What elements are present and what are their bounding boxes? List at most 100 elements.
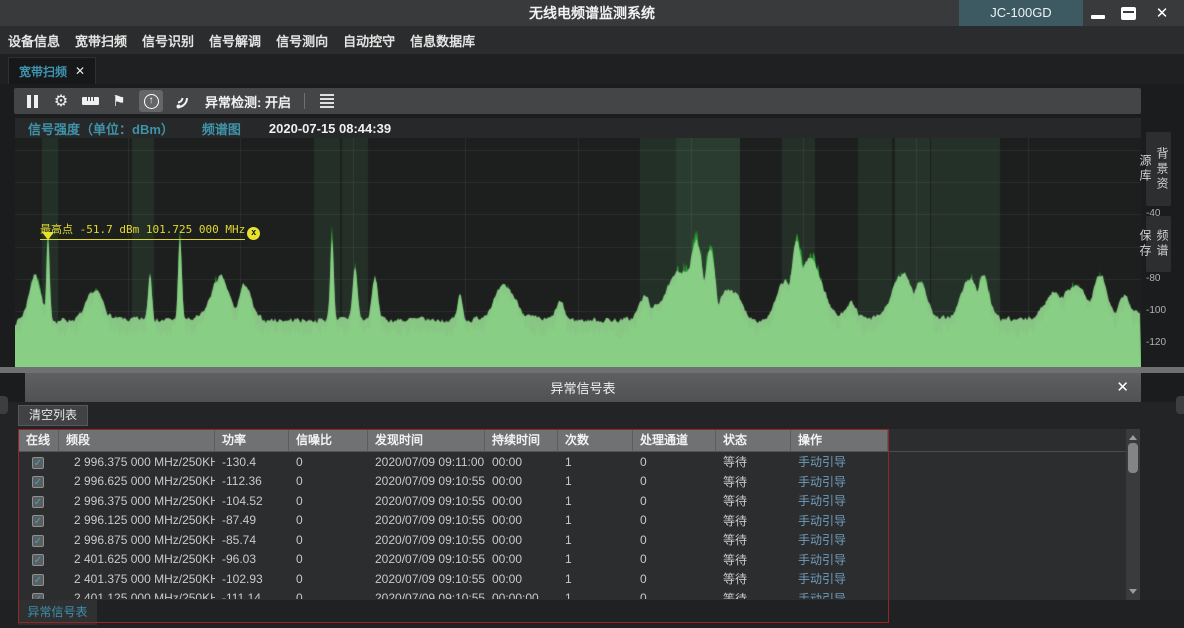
- marker-label: 最高点 -51.7 dBm 101.725 000 MHz: [40, 221, 245, 240]
- online-checkbox[interactable]: ✓: [32, 476, 44, 488]
- tab-broadband-scan[interactable]: 宽带扫频 ✕: [8, 57, 96, 84]
- column-header[interactable]: 功率: [215, 430, 289, 452]
- column-header[interactable]: 处理通道: [633, 430, 716, 452]
- column-header[interactable]: 操作: [791, 430, 888, 452]
- panel-title: 异常信号表: [25, 378, 1141, 397]
- cell-freq: 2 996.375 000 MHz/250KHz: [59, 455, 215, 469]
- cell-found: 2020/07/09 09:10:55: [368, 494, 485, 508]
- online-checkbox[interactable]: ✓: [32, 457, 44, 469]
- table-row[interactable]: ✓2 996.125 000 MHz/250KHz-87.4902020/07/…: [19, 511, 888, 531]
- manual-guide-link[interactable]: 手动引导: [798, 572, 846, 586]
- manual-guide-link[interactable]: 手动引导: [798, 494, 846, 508]
- cell-status: 等待: [716, 590, 791, 599]
- cell-freq: 2 401.625 000 MHz/250KHz: [59, 552, 215, 566]
- signal-detect-button[interactable]: [174, 91, 192, 111]
- settings-button[interactable]: ⚙: [52, 91, 70, 111]
- cell-power: -85.74: [215, 533, 289, 547]
- cell-channel: 0: [633, 591, 716, 599]
- manual-guide-link[interactable]: 手动引导: [798, 533, 846, 547]
- menu-item[interactable]: 信息数据库: [410, 31, 475, 50]
- cell-count: 1: [558, 494, 633, 508]
- column-header[interactable]: 信噪比: [289, 430, 368, 452]
- pause-icon: [27, 95, 38, 108]
- cell-channel: 0: [633, 455, 716, 469]
- tab-label: 宽带扫频: [19, 63, 67, 80]
- cell-count: 1: [558, 513, 633, 527]
- spectrum-save-button[interactable]: 频谱保存: [1146, 216, 1171, 272]
- marker-close-icon[interactable]: x: [247, 227, 260, 240]
- cell-status: 等待: [716, 531, 791, 548]
- signal-dish-icon: [175, 93, 192, 110]
- cell-freq: 2 996.875 000 MHz/250KHz: [59, 533, 215, 547]
- menu-item[interactable]: 信号识别: [142, 31, 194, 50]
- panel-close-icon[interactable]: ✕: [1116, 378, 1129, 396]
- abnormal-panel-header[interactable]: 异常信号表 ✕: [25, 373, 1141, 402]
- cell-power: -87.49: [215, 513, 289, 527]
- table-row[interactable]: ✓2 996.375 000 MHz/250KHz-130.402020/07/…: [19, 452, 888, 472]
- right-splitter-grip[interactable]: [1176, 396, 1184, 414]
- scroll-up-icon[interactable]: [1129, 435, 1137, 440]
- manual-guide-link[interactable]: 手动引导: [798, 475, 846, 489]
- column-header[interactable]: 持续时间: [485, 430, 558, 452]
- circle-up-arrow-icon: ↑: [144, 94, 159, 109]
- scroll-down-icon[interactable]: [1129, 589, 1137, 594]
- online-checkbox[interactable]: ✓: [32, 496, 44, 508]
- chart-subtitle: 频谱图: [202, 119, 241, 138]
- online-checkbox[interactable]: ✓: [32, 515, 44, 527]
- online-checkbox[interactable]: ✓: [32, 535, 44, 547]
- cell-count: 1: [558, 455, 633, 469]
- device-model-button[interactable]: JC-100GD: [959, 0, 1083, 26]
- cell-duration: 00:00: [485, 572, 558, 586]
- table-row[interactable]: ✓2 996.625 000 MHz/250KHz-112.3602020/07…: [19, 472, 888, 492]
- table-row[interactable]: ✓2 401.625 000 MHz/250KHz-96.0302020/07/…: [19, 550, 888, 570]
- flag-icon: ⚑: [112, 94, 125, 109]
- menu-item[interactable]: 自动控守: [343, 31, 395, 50]
- left-splitter-grip[interactable]: [0, 396, 8, 414]
- measure-button[interactable]: [81, 91, 99, 111]
- online-checkbox[interactable]: ✓: [32, 554, 44, 566]
- column-header[interactable]: 频段: [59, 430, 215, 452]
- menu-item[interactable]: 宽带扫频: [75, 31, 127, 50]
- table-scrollbar[interactable]: [1126, 429, 1140, 600]
- peak-marker[interactable]: 最高点 -51.7 dBm 101.725 000 MHz x: [40, 221, 260, 241]
- peak-search-button[interactable]: ↑: [139, 90, 163, 112]
- clear-list-button[interactable]: 清空列表: [18, 405, 88, 426]
- cell-freq: 2 401.375 000 MHz/250KHz: [59, 572, 215, 586]
- gear-icon: ⚙: [54, 93, 68, 109]
- cell-duration: 00:00: [485, 552, 558, 566]
- column-header[interactable]: 状态: [716, 430, 791, 452]
- menu-item[interactable]: 信号测向: [276, 31, 328, 50]
- tab-close-icon[interactable]: ✕: [75, 64, 85, 78]
- manual-guide-link[interactable]: 手动引导: [798, 455, 846, 469]
- pause-button[interactable]: [23, 91, 41, 111]
- column-header[interactable]: 发现时间: [368, 430, 485, 452]
- title-bar: 无线电频谱监测系统 JC-100GD ✕: [0, 0, 1184, 26]
- menu-item[interactable]: 设备信息: [8, 31, 60, 50]
- cell-snr: 0: [289, 552, 368, 566]
- tab-row: 宽带扫频 ✕: [0, 54, 1184, 84]
- maximize-button[interactable]: [1114, 0, 1142, 26]
- manual-guide-link[interactable]: 手动引导: [798, 553, 846, 567]
- column-header[interactable]: 在线: [19, 430, 59, 452]
- cell-snr: 0: [289, 494, 368, 508]
- manual-guide-link[interactable]: 手动引导: [798, 592, 846, 599]
- table-row[interactable]: ✓2 996.875 000 MHz/250KHz-85.7402020/07/…: [19, 530, 888, 550]
- background-resource-library-button[interactable]: 背景资源库: [1146, 132, 1171, 206]
- bottom-tab-abnormal-table[interactable]: 异常信号表: [18, 600, 97, 625]
- minimize-button[interactable]: [1084, 0, 1112, 26]
- table-row[interactable]: ✓2 401.125 000 MHz/250KHz-111.1402020/07…: [19, 589, 888, 600]
- menu-item[interactable]: 信号解调: [209, 31, 261, 50]
- close-button[interactable]: ✕: [1148, 0, 1176, 26]
- online-checkbox[interactable]: ✓: [32, 593, 44, 599]
- table-row[interactable]: ✓2 401.375 000 MHz/250KHz-102.9302020/07…: [19, 569, 888, 589]
- column-header[interactable]: 次数: [558, 430, 633, 452]
- chart-header: 信号强度（单位：dBm） 频谱图 2020-07-15 08:44:39: [15, 118, 1141, 138]
- marker-flag-button[interactable]: ⚑: [110, 91, 128, 111]
- y-tick-label: -120: [1146, 338, 1176, 348]
- table-row[interactable]: ✓2 996.375 000 MHz/250KHz-104.5202020/07…: [19, 491, 888, 511]
- online-checkbox[interactable]: ✓: [32, 574, 44, 586]
- manual-guide-link[interactable]: 手动引导: [798, 514, 846, 528]
- list-menu-button[interactable]: [318, 91, 336, 111]
- scrollbar-thumb[interactable]: [1128, 443, 1138, 473]
- spectrum-chart[interactable]: [15, 138, 1141, 367]
